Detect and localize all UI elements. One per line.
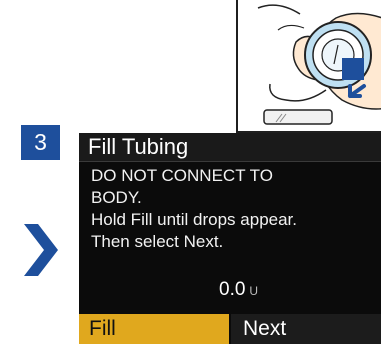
next-button[interactable]: Next [231,314,381,344]
screen-title: Fill Tubing [88,134,189,159]
fill-button[interactable]: Fill [79,314,229,344]
step-number-badge: 3 [21,125,60,160]
reservoir-connection-illustration [236,0,381,133]
next-button-label: Next [243,317,287,340]
fill-amount-unit: U [249,284,259,298]
fill-amount-value: 0.0 [219,279,246,300]
hand-holding-reservoir-icon [257,4,381,125]
instruction-line: Hold Fill until drops appear. [91,210,298,229]
step-number: 3 [34,129,47,155]
instruction-line: Then select Next. [91,232,224,251]
instruction-line: BODY. [91,188,142,207]
instruction-line: DO NOT CONNECT TO [91,166,273,185]
screen-title-bar: Fill Tubing [79,133,381,162]
instruction-text: DO NOT CONNECT TO BODY. Hold Fill until … [91,165,377,253]
pump-screen: Fill Tubing DO NOT CONNECT TO BODY. Hold… [79,133,381,344]
chevron-right-icon [22,222,60,278]
fill-button-label: Fill [89,317,116,340]
fill-amount: 0.0 U [219,279,258,301]
